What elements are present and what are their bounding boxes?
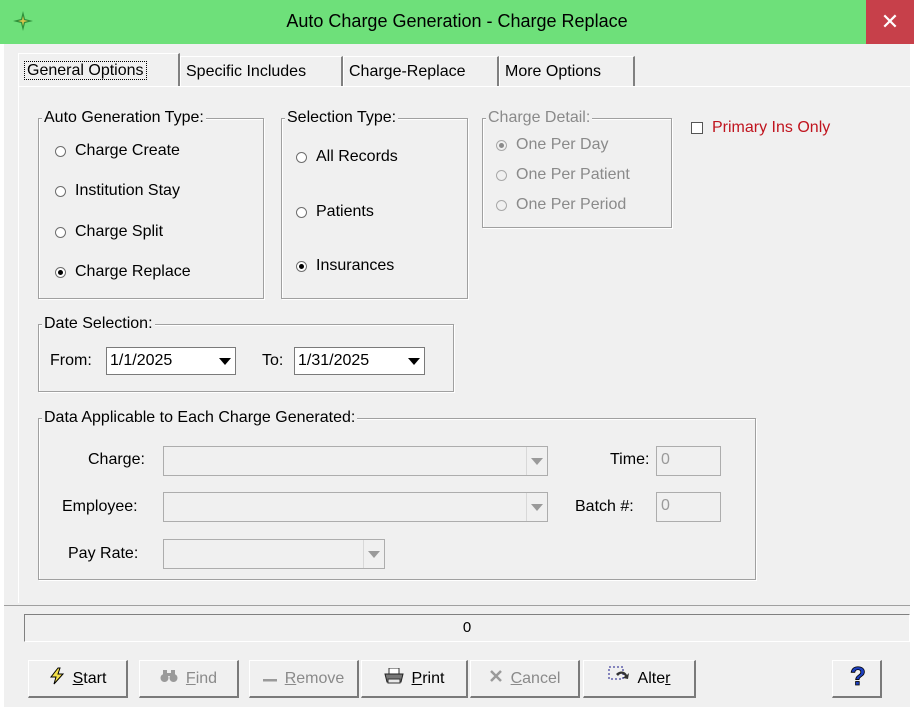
charge-value bbox=[164, 447, 526, 475]
window-title: Auto Charge Generation - Charge Replace bbox=[286, 11, 628, 31]
tab-general-options[interactable]: General Options bbox=[18, 53, 180, 87]
charge-dropdown bbox=[163, 446, 548, 476]
tab-label: Charge-Replace bbox=[349, 63, 466, 80]
radio-label: One Per Period bbox=[516, 196, 627, 213]
to-date-value: 1/31/2025 bbox=[298, 352, 370, 369]
alter-icon bbox=[608, 666, 630, 691]
radio-circle-selected bbox=[496, 139, 507, 151]
pay-rate-label: Pay Rate: bbox=[68, 545, 139, 562]
minus-icon bbox=[262, 670, 277, 688]
radio-one-per-day: One Per Day bbox=[496, 136, 608, 154]
radio-label: Charge Create bbox=[75, 142, 180, 159]
employee-label: Employee: bbox=[62, 498, 138, 515]
primary-ins-only-checkbox[interactable]: Primary Ins Only bbox=[691, 119, 830, 137]
radio-insurances[interactable]: Insurances bbox=[296, 257, 394, 275]
employee-dropdown bbox=[163, 492, 548, 522]
group-legend: Charge Detail: bbox=[486, 109, 593, 127]
cancel-button-label: Cancel bbox=[510, 669, 561, 687]
chevron-down-icon bbox=[526, 493, 547, 521]
pay-rate-dropdown bbox=[163, 539, 385, 569]
radio-label: Charge Split bbox=[75, 223, 164, 240]
tab-label: Specific Includes bbox=[186, 63, 307, 80]
group-legend: Auto Generation Type: bbox=[42, 109, 206, 127]
lightning-icon bbox=[49, 667, 65, 690]
charge-label: Charge: bbox=[88, 451, 145, 468]
remove-button: Remove bbox=[249, 660, 359, 698]
radio-charge-split[interactable]: Charge Split bbox=[55, 223, 163, 241]
group-legend: Selection Type: bbox=[285, 109, 399, 127]
radio-circle bbox=[296, 151, 307, 163]
pay-rate-value bbox=[164, 540, 363, 568]
from-date-value: 1/1/2025 bbox=[110, 352, 173, 369]
radio-patients[interactable]: Patients bbox=[296, 203, 374, 221]
radio-circle bbox=[55, 185, 66, 197]
radio-circle bbox=[55, 145, 66, 157]
checkbox-box bbox=[691, 122, 703, 134]
tab-label: General Options bbox=[24, 61, 147, 80]
svg-text:?: ? bbox=[850, 663, 866, 689]
radio-label: Insurances bbox=[316, 257, 395, 274]
radio-all-records[interactable]: All Records bbox=[296, 148, 398, 166]
cancel-button: Cancel bbox=[470, 660, 580, 698]
radio-label: Patients bbox=[316, 203, 374, 220]
tab-more-options[interactable]: More Options bbox=[499, 56, 635, 86]
divider bbox=[4, 605, 910, 606]
help-icon: ? bbox=[848, 661, 866, 694]
radio-one-per-period: One Per Period bbox=[496, 196, 626, 214]
radio-institution-stay[interactable]: Institution Stay bbox=[55, 182, 180, 200]
batch-field: 0 bbox=[656, 492, 721, 522]
group-legend: Data Applicable to Each Charge Generated… bbox=[42, 409, 358, 427]
radio-label: Charge Replace bbox=[75, 263, 191, 280]
progress-bar: 0 bbox=[24, 614, 910, 642]
chevron-down-icon bbox=[363, 540, 384, 568]
alter-button-label: Alter bbox=[637, 669, 671, 687]
chevron-down-icon[interactable] bbox=[404, 348, 424, 374]
binoculars-icon bbox=[160, 669, 178, 688]
radio-label: One Per Patient bbox=[516, 166, 630, 183]
radio-circle bbox=[296, 206, 307, 218]
radio-charge-create[interactable]: Charge Create bbox=[55, 142, 180, 160]
time-label: Time: bbox=[610, 451, 650, 468]
to-label: To: bbox=[262, 352, 284, 369]
radio-label: All Records bbox=[316, 148, 398, 165]
print-button-label: Print bbox=[411, 669, 445, 687]
printer-icon bbox=[383, 667, 404, 689]
x-icon bbox=[489, 669, 503, 688]
print-button[interactable]: Print bbox=[361, 660, 468, 698]
help-button[interactable]: ? bbox=[832, 660, 882, 698]
employee-value bbox=[164, 493, 526, 521]
batch-label: Batch #: bbox=[575, 498, 634, 515]
close-button[interactable]: ✕ bbox=[866, 0, 914, 44]
radio-label: Institution Stay bbox=[75, 182, 180, 199]
radio-label: One Per Day bbox=[516, 136, 609, 153]
radio-circle bbox=[496, 199, 507, 211]
alter-button[interactable]: Alter bbox=[583, 660, 696, 698]
radio-one-per-patient: One Per Patient bbox=[496, 166, 630, 184]
start-button[interactable]: Start bbox=[28, 660, 128, 698]
time-field: 0 bbox=[656, 446, 721, 476]
find-button: Find bbox=[139, 660, 239, 698]
tab-charge-replace[interactable]: Charge-Replace bbox=[343, 56, 499, 86]
start-button-label: Start bbox=[72, 669, 107, 687]
from-date-picker[interactable]: 1/1/2025 bbox=[106, 347, 236, 375]
radio-charge-replace[interactable]: Charge Replace bbox=[55, 263, 191, 281]
from-label: From: bbox=[50, 352, 92, 369]
radio-circle bbox=[496, 169, 507, 181]
to-date-picker[interactable]: 1/31/2025 bbox=[294, 347, 425, 375]
radio-circle-selected bbox=[296, 260, 307, 272]
radio-circle bbox=[55, 226, 66, 238]
tab-label: More Options bbox=[505, 63, 602, 80]
chevron-down-icon bbox=[526, 447, 547, 475]
radio-circle-selected bbox=[55, 266, 66, 278]
group-legend: Date Selection: bbox=[42, 315, 155, 333]
chevron-down-icon[interactable] bbox=[215, 348, 235, 374]
find-button-label: Find bbox=[185, 669, 218, 687]
remove-button-label: Remove bbox=[284, 669, 345, 687]
checkbox-label: Primary Ins Only bbox=[712, 119, 831, 136]
tab-specific-includes[interactable]: Specific Includes bbox=[180, 56, 343, 86]
